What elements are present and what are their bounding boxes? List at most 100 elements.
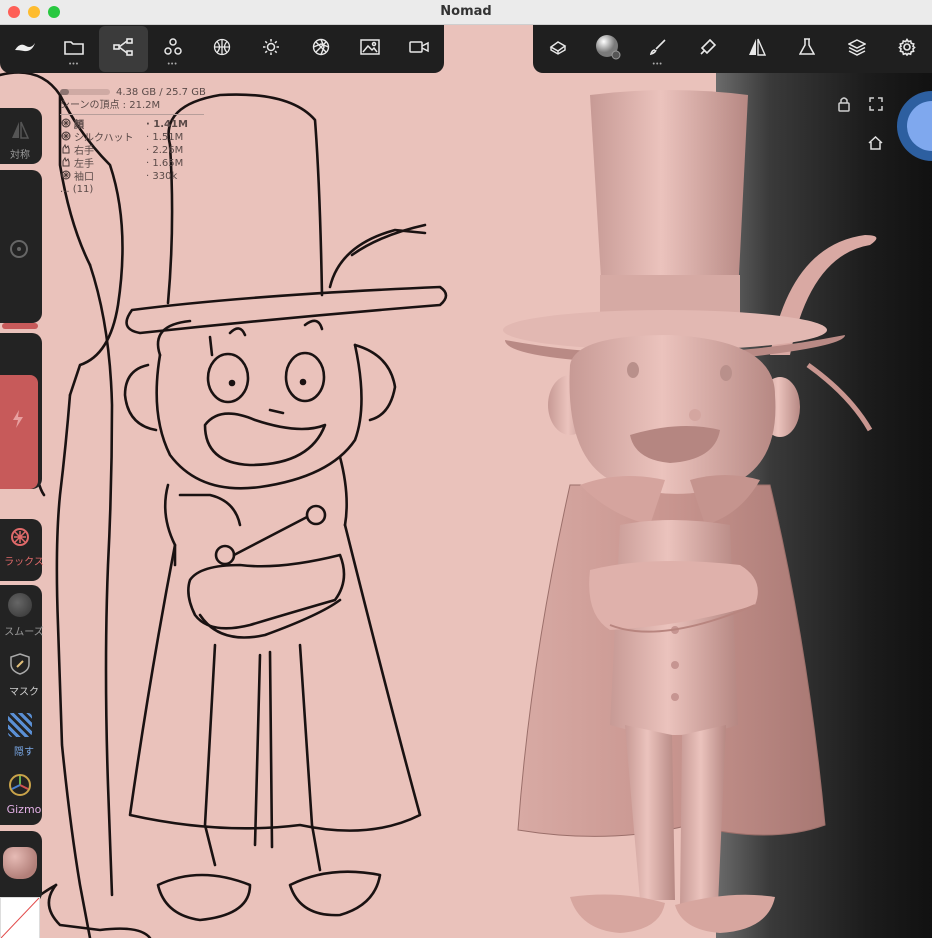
stroke-pen-icon [699, 38, 717, 61]
material-icon [312, 38, 330, 61]
primitives-button[interactable]: ••• [148, 25, 197, 73]
brush-intensity-slider[interactable] [0, 333, 42, 489]
mask-icon[interactable] [9, 653, 31, 680]
sphere-mesh-icon [60, 170, 72, 184]
object-name-text: 左手 [74, 159, 94, 170]
sphere-mesh-icon [60, 131, 72, 145]
lighting-icon [262, 38, 280, 61]
scene-stats: 4.38 GB / 25.7 GB シーンの頂点 : 21.2M 顔 · 1.41… [60, 86, 206, 196]
hide-label[interactable]: 隠す [0, 743, 48, 758]
layers-button[interactable] [832, 25, 882, 73]
object-row[interactable]: 袖口 · 330k [60, 170, 206, 183]
symmetry-label: 対称 [10, 150, 30, 161]
title-bar: Nomad [0, 0, 932, 25]
more-objects[interactable]: ... (11) [60, 183, 206, 196]
stroke-pen-button[interactable] [683, 25, 733, 73]
home-view-icon[interactable] [868, 135, 883, 153]
memory-text: 4.38 GB / 25.7 GB [116, 87, 206, 98]
flask-button[interactable] [782, 25, 832, 73]
object-vertex-count: · 330k [146, 171, 178, 182]
top-toolbar-left: ••• ••• [0, 25, 444, 73]
left-tool-panel: 対称 ラックス スムーズ マスク 隠す Gizmo [0, 25, 46, 938]
scene-graph-icon [113, 37, 134, 61]
symmetry-icon [748, 38, 767, 61]
object-name: 袖口 [60, 170, 94, 184]
object-row[interactable]: シルクハット · 1.51M [60, 131, 206, 144]
matcap-sphere-button[interactable] [583, 25, 633, 73]
hand-mesh-icon [60, 156, 72, 171]
topology-icon [213, 38, 231, 61]
files-button[interactable]: ••• [49, 25, 98, 73]
radius-icon [10, 240, 28, 258]
gizmo-icon[interactable] [8, 773, 32, 802]
relax-tool-button[interactable]: ラックス [0, 519, 44, 581]
matcap-sphere-icon [595, 34, 621, 65]
memory-bar [60, 89, 110, 95]
more-options-dots: ••• [167, 61, 178, 68]
relax-label: ラックス [4, 557, 44, 568]
object-name: 顔 [60, 118, 84, 132]
object-row[interactable]: 顔 · 1.41M [60, 118, 206, 131]
tool-list-panel: スムーズ マスク 隠す Gizmo [0, 585, 44, 825]
color-swatch[interactable] [0, 897, 40, 938]
symmetry-panel[interactable]: 対称 [0, 108, 42, 164]
material-button[interactable] [296, 25, 345, 73]
brush-radius-slider[interactable] [0, 170, 42, 329]
layers-icon [847, 38, 867, 61]
sphere-mesh-icon [60, 118, 72, 132]
flask-icon [799, 37, 816, 61]
fullscreen-icon[interactable] [869, 97, 883, 114]
top-toolbar-right: ••• [533, 25, 932, 73]
hide-icon[interactable] [8, 713, 32, 737]
material-swatch [3, 847, 37, 879]
topology-button[interactable] [197, 25, 246, 73]
object-name-text: 袖口 [74, 172, 94, 183]
object-vertex-count: · 1.51M [146, 132, 184, 143]
object-list: 顔 · 1.41M シルクハット · 1.51M 右手 · 2.26M 左手 · 1.65M 袖… [60, 118, 206, 183]
object-row[interactable]: 左手 · 1.65M [60, 156, 206, 171]
files-icon [64, 39, 84, 60]
background-image-icon [360, 38, 380, 60]
symmetry-icon [10, 120, 30, 145]
radius-slider-fill [2, 323, 38, 329]
object-name-text: シルクハット [74, 133, 134, 144]
scene-vertices: シーンの頂点 : 21.2M [60, 100, 161, 111]
lighting-button[interactable] [247, 25, 296, 73]
camera-icon [409, 40, 430, 59]
sculpt-model[interactable] [490, 85, 890, 938]
eraser-button[interactable] [533, 25, 583, 73]
smooth-icon[interactable] [8, 593, 32, 617]
paint-brush-icon [649, 38, 667, 61]
settings-gear-icon [898, 37, 916, 61]
memory-usage: 4.38 GB / 25.7 GB [60, 86, 206, 99]
object-vertex-count: · 2.26M [146, 145, 184, 156]
background-image-button[interactable] [345, 25, 394, 73]
viewport[interactable]: ••• ••• ••• 4.38 GB / 25.7 GB シーンの頂点 : 21… [0, 25, 932, 938]
primitives-icon [163, 37, 183, 61]
hand-mesh-icon [60, 143, 72, 158]
paint-brush-button[interactable]: ••• [633, 25, 683, 73]
object-vertex-count: · 1.41M [146, 119, 188, 130]
smooth-label[interactable]: スムーズ [0, 623, 48, 638]
window-title: Nomad [440, 4, 492, 19]
lightning-icon [11, 409, 25, 434]
object-row[interactable]: 右手 · 2.26M [60, 143, 206, 158]
gizmo-label[interactable]: Gizmo [0, 803, 48, 816]
object-name: シルクハット [60, 131, 134, 145]
mask-label[interactable]: マスク [0, 683, 48, 698]
camera-button[interactable] [395, 25, 444, 73]
scene-graph-button[interactable] [98, 26, 148, 72]
object-name-text: 右手 [74, 146, 94, 157]
object-name: 右手 [60, 143, 94, 158]
symmetry-button[interactable] [733, 25, 783, 73]
lock-icon[interactable] [837, 96, 851, 115]
object-vertex-count: · 1.65M [146, 158, 184, 169]
more-options-dots: ••• [68, 61, 80, 68]
settings-gear-button[interactable] [882, 25, 932, 73]
more-options-dots: ••• [652, 61, 663, 68]
eraser-icon [548, 38, 568, 61]
material-preview-panel[interactable] [0, 831, 42, 903]
object-name: 左手 [60, 156, 94, 171]
object-name-text: 顔 [74, 120, 84, 131]
relax-icon [10, 527, 30, 552]
